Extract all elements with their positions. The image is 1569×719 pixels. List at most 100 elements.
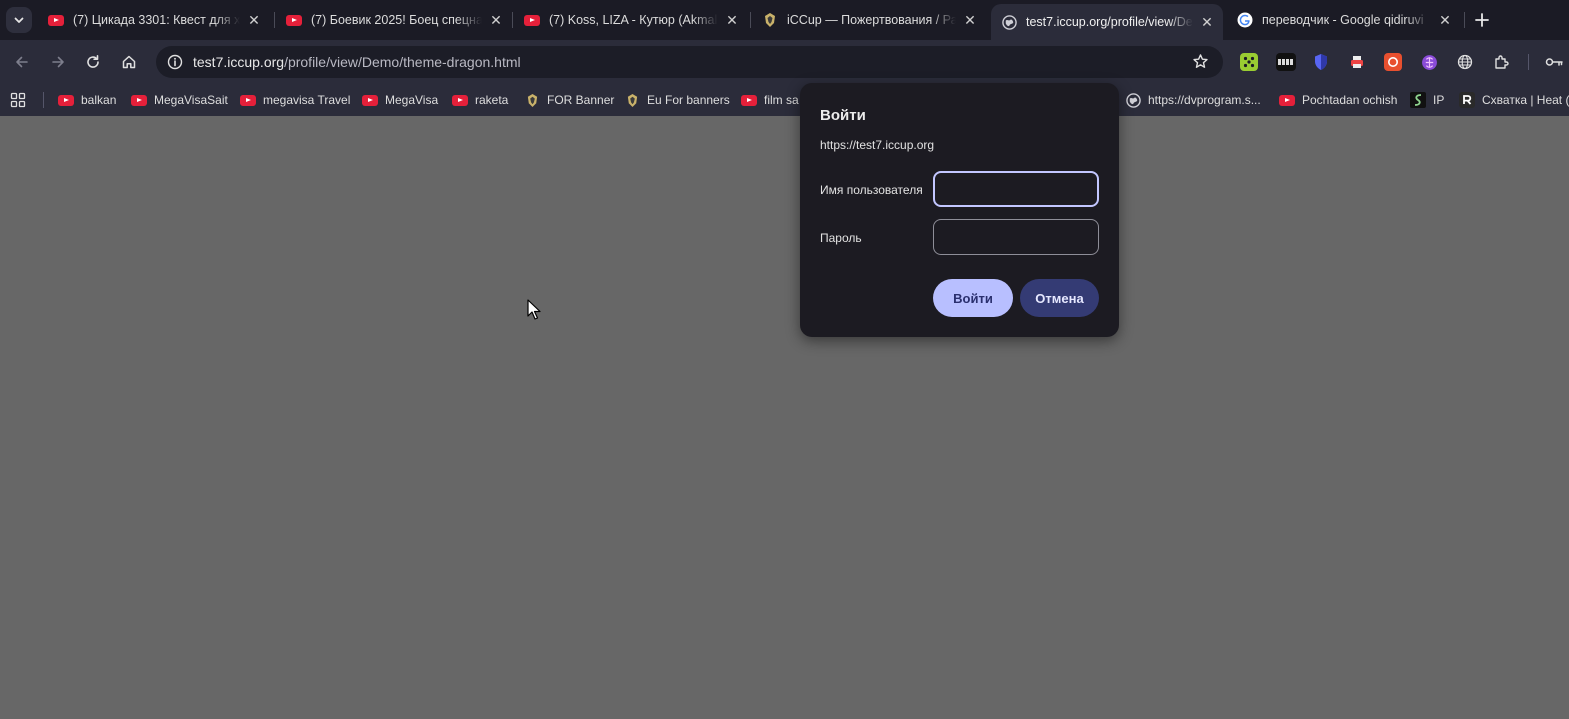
tab-separator <box>512 12 513 28</box>
toolbar-separator <box>1528 54 1529 70</box>
tab-4[interactable]: iCCup — Пожертвования / Разное ✕ <box>752 6 986 34</box>
sign-in-dialog: Войти https://test7.iccup.org Имя пользо… <box>800 83 1119 337</box>
bookmark-pochtadan-ochish[interactable]: Pochtadan ochish <box>1279 90 1397 110</box>
dialog-origin: https://test7.iccup.org <box>820 138 935 152</box>
youtube-icon <box>741 92 757 108</box>
tab-separator <box>1464 12 1465 28</box>
username-label: Имя пользователя <box>820 183 923 197</box>
url-path: /profile/view/Demo/theme-dragon.html <box>284 54 521 70</box>
bookmark-film-sa[interactable]: film sa <box>741 90 799 110</box>
url-host: test7.iccup.org <box>193 54 285 70</box>
bookmark-label: raketa <box>475 93 509 107</box>
bookmarks-separator <box>43 92 44 108</box>
url-text: test7.iccup.org/profile/view/Demo/theme-… <box>193 54 521 70</box>
tab-separator <box>750 12 751 28</box>
username-input[interactable] <box>933 171 1099 207</box>
bookmark-megavisa-travel[interactable]: megavisa Travel <box>240 90 350 110</box>
tab-title: (7) Koss, LIZA - Кутюр (Akmalov) <box>549 13 718 27</box>
tab-2[interactable]: (7) Боевик 2025! Боец спецназа ✕ <box>276 6 512 34</box>
home-button[interactable] <box>116 49 142 75</box>
ip-icon <box>1410 92 1426 108</box>
back-button[interactable] <box>9 49 35 75</box>
sybt-extension-icon[interactable] <box>1276 53 1296 71</box>
mouse-cursor-icon <box>527 299 541 326</box>
bookmark-heat[interactable]: Схватка | Heat (1 <box>1459 90 1569 110</box>
bookmark-raketa[interactable]: raketa <box>452 90 508 110</box>
tab-strip: (7) Цикада 3301: Квест для хакеров ✕ (7)… <box>0 0 1569 40</box>
tab-5-active[interactable]: test7.iccup.org/profile/view/Demo ✕ <box>991 4 1223 40</box>
tab-title: (7) Боевик 2025! Боец спецназа <box>311 13 482 27</box>
youtube-icon <box>131 92 147 108</box>
r-icon <box>1459 92 1475 108</box>
google-icon <box>1237 12 1253 28</box>
new-tab-button[interactable] <box>1472 10 1492 30</box>
tab-title: iCCup — Пожертвования / Разное <box>787 13 956 27</box>
password-input[interactable] <box>933 219 1099 255</box>
extensions-puzzle-icon[interactable] <box>1492 53 1510 71</box>
youtube-icon <box>286 12 302 28</box>
close-icon[interactable]: ✕ <box>1437 12 1453 28</box>
youtube-icon <box>1279 92 1295 108</box>
apps-button[interactable] <box>10 90 26 110</box>
youtube-icon <box>524 12 540 28</box>
home-icon <box>122 55 136 69</box>
forward-button[interactable] <box>45 49 71 75</box>
bookmark-label: film sa <box>764 93 799 107</box>
close-icon[interactable]: ✕ <box>962 12 978 28</box>
iccup-icon <box>624 92 640 108</box>
close-icon[interactable]: ✕ <box>488 12 504 28</box>
key-icon[interactable] <box>1545 53 1563 71</box>
dice-extension-icon[interactable] <box>1240 53 1258 71</box>
shield-extension-icon[interactable] <box>1312 53 1330 71</box>
apps-grid-icon <box>10 92 26 108</box>
tab-title: test7.iccup.org/profile/view/Demo <box>1026 15 1193 29</box>
bookmark-label: megavisa Travel <box>263 93 351 107</box>
bookmark-label: balkan <box>81 93 117 107</box>
close-icon[interactable]: ✕ <box>1199 14 1215 30</box>
tab-6[interactable]: переводчик - Google qidiruvi ✕ <box>1227 6 1461 34</box>
bookmark-label: MegaVisa <box>385 93 439 107</box>
bookmark-label: Eu For banners <box>647 93 730 107</box>
iccup-icon <box>524 92 540 108</box>
plus-icon <box>1475 13 1489 27</box>
close-icon[interactable]: ✕ <box>724 12 740 28</box>
tab-title: (7) Цикада 3301: Квест для хакеров <box>73 13 240 27</box>
bookmark-star-icon[interactable] <box>1192 53 1209 75</box>
reload-button[interactable] <box>80 49 106 75</box>
bookmark-for-banner[interactable]: FOR Banner <box>524 90 614 110</box>
iccup-icon <box>762 12 778 28</box>
tab-3[interactable]: (7) Koss, LIZA - Кутюр (Akmalov) ✕ <box>514 6 748 34</box>
browser-toolbar: test7.iccup.org/profile/view/Demo/theme-… <box>0 40 1569 84</box>
bookmark-megavisasait[interactable]: MegaVisaSait <box>131 90 228 110</box>
youtube-icon <box>362 92 378 108</box>
bookmark-label: MegaVisaSait <box>154 93 228 107</box>
globe-extension-icon[interactable] <box>1456 53 1474 71</box>
site-info-icon[interactable] <box>160 54 190 70</box>
arrow-right-icon <box>52 56 64 68</box>
youtube-icon <box>58 92 74 108</box>
address-bar[interactable]: test7.iccup.org/profile/view/Demo/theme-… <box>156 46 1223 78</box>
brain-extension-icon[interactable] <box>1420 53 1438 71</box>
bookmark-eu-for-banners[interactable]: Eu For banners <box>624 90 730 110</box>
printer-extension-icon[interactable] <box>1348 53 1366 71</box>
record-extension-icon[interactable] <box>1384 53 1402 71</box>
bookmark-dvprogram[interactable]: https://dvprogram.s... <box>1125 90 1261 110</box>
password-label: Пароль <box>820 231 862 245</box>
tab-search-button[interactable] <box>6 7 32 33</box>
bookmark-label: https://dvprogram.s... <box>1148 93 1261 107</box>
tab-title: переводчик - Google qidiruvi <box>1262 13 1424 27</box>
page-content <box>0 116 1569 719</box>
sign-in-button[interactable]: Войти <box>933 279 1013 317</box>
bookmark-label: IP <box>1433 93 1445 107</box>
tab-separator <box>274 12 275 28</box>
bookmark-label: Схватка | Heat (1 <box>1482 93 1569 107</box>
cancel-button[interactable]: Отмена <box>1020 279 1099 317</box>
close-icon[interactable]: ✕ <box>246 12 262 28</box>
bookmark-megavisa[interactable]: MegaVisa <box>362 90 438 110</box>
reload-icon <box>87 55 99 68</box>
bookmark-balkan[interactable]: balkan <box>58 90 116 110</box>
bookmark-ip[interactable]: IP <box>1410 90 1444 110</box>
youtube-icon <box>240 92 256 108</box>
tab-1[interactable]: (7) Цикада 3301: Квест для хакеров ✕ <box>38 6 270 34</box>
youtube-icon <box>48 12 64 28</box>
